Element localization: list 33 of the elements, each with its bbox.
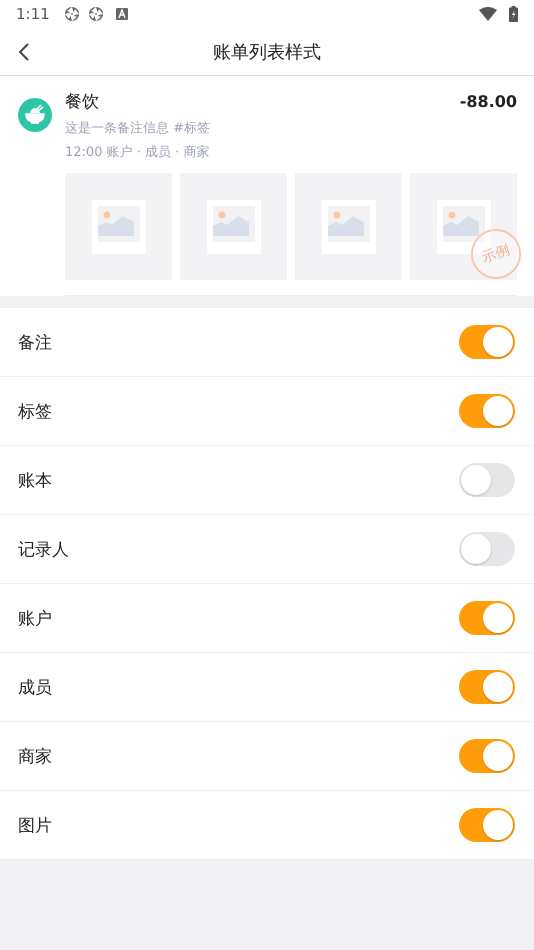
wifi-icon	[479, 7, 497, 21]
image-placeholder-icon	[322, 200, 376, 254]
page-title: 账单列表样式	[213, 40, 321, 64]
image-placeholder-icon	[92, 200, 146, 254]
setting-label: 账本	[18, 470, 52, 492]
battery-icon	[509, 6, 518, 22]
toggle-switch[interactable]	[459, 532, 515, 566]
status-time: 1:11	[16, 5, 50, 23]
setting-label: 图片	[18, 814, 52, 836]
setting-label: 成员	[18, 676, 52, 698]
font-icon	[116, 8, 128, 20]
setting-label: 商家	[18, 746, 52, 768]
toggle-switch[interactable]	[459, 325, 515, 359]
note-text: 这是一条备注信息 #标签	[65, 120, 212, 137]
toggle-switch[interactable]	[459, 670, 515, 704]
setting-label: 备注	[18, 332, 52, 354]
sample-stamp: 示例	[471, 229, 521, 279]
toggle-switch[interactable]	[459, 463, 515, 497]
category-name: 餐饮	[65, 91, 99, 113]
aperture-icon	[64, 6, 80, 22]
toggle-switch[interactable]	[459, 808, 515, 842]
toggle-switch[interactable]	[459, 739, 515, 773]
bowl-icon	[18, 98, 52, 132]
amount: -88.00	[460, 92, 517, 111]
toggle-switch[interactable]	[459, 394, 515, 428]
setting-label: 标签	[18, 400, 52, 422]
setting-label: 账户	[18, 608, 52, 630]
aperture-icon	[88, 6, 104, 22]
meta-text: 12:00 账户 · 成员 · 商家	[65, 144, 210, 161]
back-icon[interactable]	[18, 42, 30, 62]
setting-label: 记录人	[18, 538, 69, 560]
image-placeholder-icon	[206, 200, 260, 254]
toggle-switch[interactable]	[459, 601, 515, 635]
